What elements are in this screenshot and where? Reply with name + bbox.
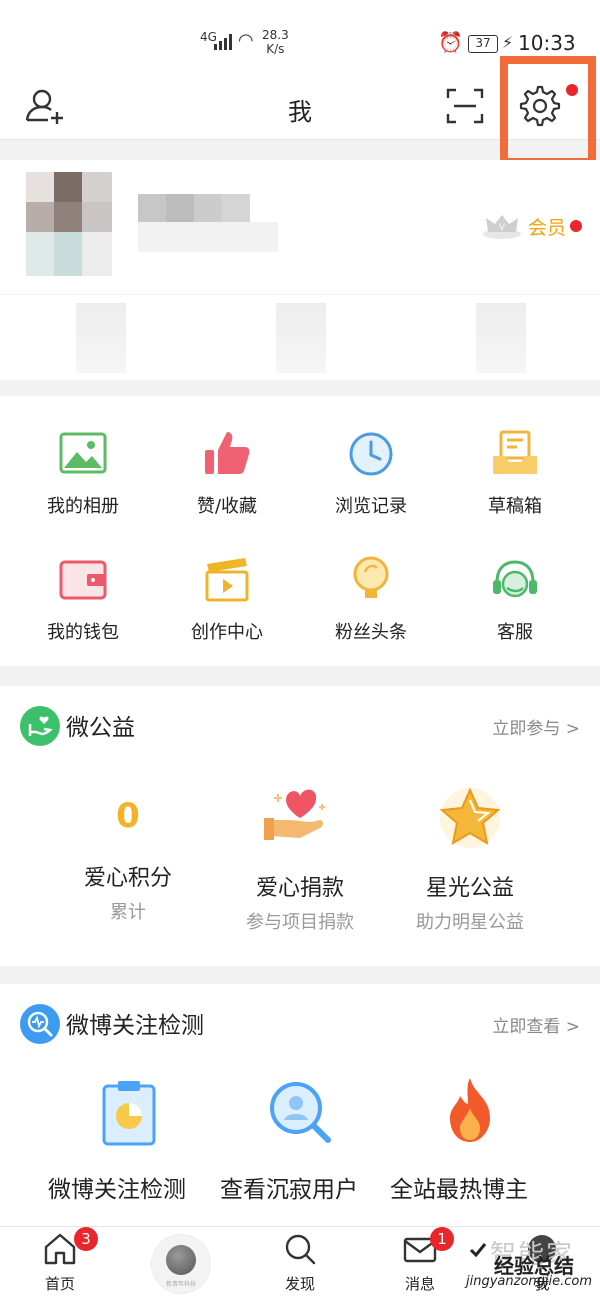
profile-card[interactable]: V 会员 [0, 160, 600, 380]
vip-label: 会员 [528, 216, 567, 239]
feature-grid: 我的相册 赞/收藏 浏览记录 草稿箱 我的钱包 创作中心 粉丝头条 客服 [0, 396, 600, 666]
lightbulb-icon [353, 556, 389, 598]
clipboard-icon[interactable] [98, 1078, 160, 1148]
wifi-icon: ◠ [238, 30, 254, 51]
charity-star[interactable]: 星光公益 助力明星公益 [370, 782, 570, 934]
headset-icon [493, 560, 537, 598]
tab-messages[interactable]: 消息 1 [390, 1227, 454, 1294]
tab-discover[interactable]: 发现 [270, 1231, 330, 1294]
check-icon [469, 1243, 487, 1258]
grid-item-fans-headline[interactable]: 粉丝头条 [296, 552, 446, 644]
user-search-icon[interactable] [266, 1078, 334, 1148]
username [138, 194, 278, 254]
grid-item-likes[interactable]: 赞/收藏 [152, 426, 302, 518]
charity-join-link[interactable]: 立即参与 > [492, 714, 580, 739]
home-badge: 3 [74, 1227, 98, 1251]
silent-users-item[interactable]: 查看沉寂用户 [220, 1170, 358, 1204]
charity-title: 微公益 [66, 715, 135, 741]
heart-hand-icon [264, 789, 325, 840]
tab-home[interactable]: 首页 3 [30, 1227, 98, 1294]
grid-item-drafts[interactable]: 草稿箱 [440, 426, 590, 518]
grid-item-customer-service[interactable]: 客服 [440, 552, 590, 644]
stat-followers[interactable] [276, 303, 326, 373]
watermark: 智能家 经验总结 jingyanzongjie.com [466, 1240, 593, 1289]
hottest-bloggers-item[interactable]: 全站最热博主 [390, 1170, 528, 1204]
messages-badge: 1 [430, 1227, 454, 1251]
avatar[interactable] [26, 172, 112, 276]
center-globe-icon [166, 1245, 196, 1275]
grid-item-album[interactable]: 我的相册 [8, 426, 158, 518]
charity-icon [20, 706, 60, 746]
crown-icon: V [483, 215, 521, 239]
stat-posts[interactable] [476, 303, 526, 373]
grid-item-wallet[interactable]: 我的钱包 [8, 552, 158, 644]
flame-icon[interactable] [440, 1074, 500, 1146]
clapperboard-icon [205, 558, 249, 602]
thumbs-up-icon [205, 432, 250, 474]
charity-points[interactable]: 0 爱心积分 累计 [28, 786, 228, 924]
battery-icon: 37 [468, 35, 498, 53]
vip-notification-dot [570, 220, 583, 232]
svg-text:V: V [499, 222, 505, 232]
home-icon [44, 1233, 76, 1265]
wallet-icon [59, 560, 107, 600]
grid-item-history[interactable]: 浏览记录 [296, 426, 446, 518]
scan-icon[interactable] [446, 88, 484, 124]
follow-check-icon [20, 1004, 60, 1044]
follow-check-title: 微博关注检测 [66, 1013, 204, 1039]
follow-check-view-link[interactable]: 立即查看 > [492, 1012, 580, 1037]
profile-stats [0, 294, 600, 380]
history-clock-icon [349, 432, 393, 476]
tab-center-globe[interactable]: 新青年科技 [152, 1235, 210, 1293]
clock: 10:33 [518, 31, 576, 55]
search-icon [285, 1234, 316, 1265]
star-icon [439, 787, 501, 848]
charging-icon: ⚡ [502, 33, 514, 52]
network-speed: 28.3 K/s [262, 28, 289, 56]
vip-entry[interactable]: V 会员 [482, 212, 583, 240]
settings-highlight-box [500, 56, 596, 166]
follow-check-item[interactable]: 微博关注检测 [48, 1170, 186, 1204]
photo-album-icon [59, 432, 107, 474]
alarm-icon: ⏰ [438, 30, 463, 54]
stat-following[interactable] [76, 303, 126, 373]
drafts-tray-icon [493, 430, 537, 474]
signal-icon [214, 32, 232, 50]
charity-card: 微公益 立即参与 > 0 爱心积分 累计 爱心捐款 参与项目捐款 星光公益 助力… [0, 686, 600, 966]
grid-item-creator[interactable]: 创作中心 [152, 552, 302, 644]
charity-points-value: 0 [116, 796, 140, 836]
